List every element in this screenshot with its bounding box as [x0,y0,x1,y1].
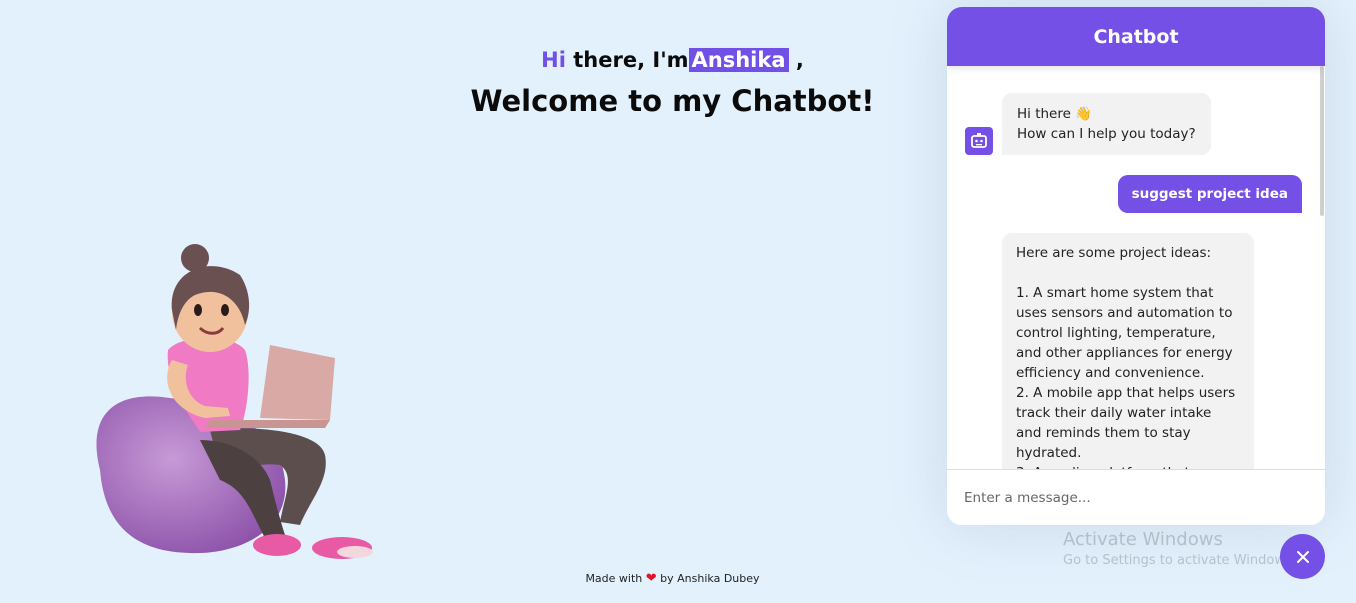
chat-input-bar [947,469,1325,525]
hi-text: Hi [541,48,566,72]
activate-windows-watermark: Activate Windows Go to Settings to activ… [1063,529,1296,571]
footer-credit: Made with ❤ by Anshika Dubey [0,571,1345,586]
robot-icon [965,127,993,155]
heart-icon: ❤ [645,571,657,586]
chat-scrollbar[interactable] [1320,66,1324,216]
greeting-text: there, I'm [573,48,689,72]
close-icon [1296,550,1309,563]
footer-made-with: Made with [585,572,643,585]
message-input[interactable] [964,489,1284,506]
footer-author: by Anshika Dubey [660,572,760,585]
chatbot-header: Chatbot [947,7,1325,66]
bot-reply-bubble: Here are some project ideas: 1. A smart … [1002,233,1254,469]
girl-with-laptop-illustration [96,244,373,559]
user-message-bubble: suggest project idea [1117,175,1302,213]
bot-message-greeting: Hi there 👋 How can I help you today? [965,93,1211,155]
bot-greeting-bubble: Hi there 👋 How can I help you today? [1002,93,1211,155]
watermark-subtitle: Go to Settings to activate Windows. [1063,553,1296,568]
chatbot-toggler-button[interactable] [1280,534,1325,579]
greeting-comma: , [795,48,804,72]
chat-messages[interactable]: Hi there 👋 How can I help you today? sug… [947,66,1325,469]
bot-greeting-line1: Hi there 👋 [1017,106,1093,122]
bot-greeting-line2: How can I help you today? [1017,126,1196,142]
chatbot-panel: Chatbot Hi there 👋 How can I help you to… [947,7,1325,525]
author-name-highlight: Anshika [688,48,789,72]
watermark-title: Activate Windows [1063,529,1223,550]
